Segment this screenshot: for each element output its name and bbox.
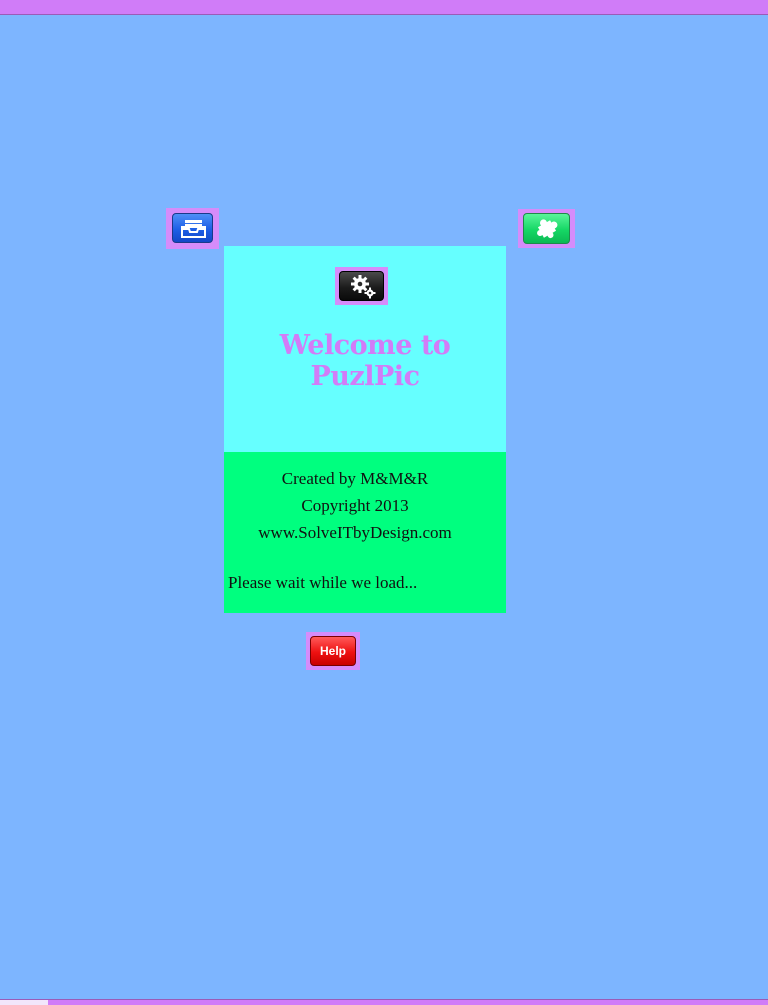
help-button-frame: Help — [306, 632, 360, 670]
top-status-bar — [0, 0, 768, 15]
settings-button[interactable] — [339, 271, 384, 301]
puzzle-button[interactable] — [523, 213, 570, 244]
help-button[interactable]: Help — [310, 636, 356, 666]
archive-button[interactable] — [172, 213, 213, 243]
credits-block: Created by M&M&R Copyright 2013 www.Solv… — [224, 465, 486, 546]
settings-button-frame — [335, 267, 388, 305]
gears-icon — [351, 275, 376, 299]
credits-website: www.SolveITbyDesign.com — [258, 523, 452, 542]
archive-button-frame — [166, 208, 219, 249]
bottom-bar — [0, 999, 768, 1005]
welcome-title: Welcome to PuzlPic — [279, 330, 451, 392]
inbox-tray-icon — [181, 220, 206, 238]
puzzle-piece-icon — [537, 219, 558, 239]
credits-author: Created by M&M&R — [281, 469, 429, 488]
loading-message: Please wait while we load... — [228, 573, 418, 592]
puzzle-button-frame — [518, 209, 575, 248]
bottom-bar-tab — [0, 1000, 48, 1005]
credits-copyright: Copyright 2013 — [301, 496, 409, 515]
